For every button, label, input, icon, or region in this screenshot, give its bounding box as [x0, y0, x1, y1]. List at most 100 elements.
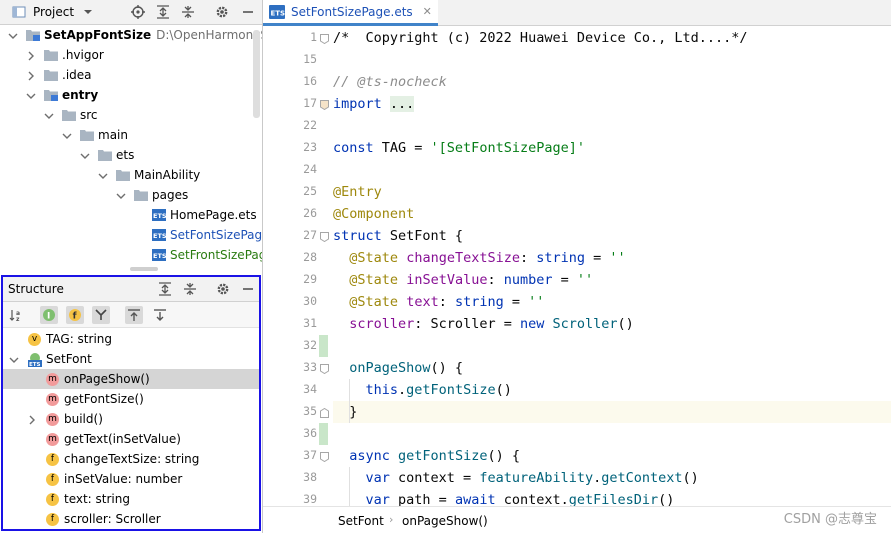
code-line[interactable]: @State changeTextSize: string = '' [333, 247, 891, 269]
breadcrumb-item-struct[interactable]: SetFont [338, 514, 384, 528]
change-marker[interactable] [319, 335, 328, 357]
code-line[interactable]: scroller: Scroller = new Scroller() [333, 313, 891, 335]
code-line[interactable] [333, 423, 891, 445]
locate-target-icon[interactable] [130, 4, 146, 20]
code-line[interactable] [333, 115, 891, 137]
chevron-right-icon[interactable] [27, 414, 37, 428]
collapse-all-icon[interactable] [182, 281, 198, 297]
change-marker[interactable] [319, 423, 328, 445]
code-token: @State [349, 294, 399, 310]
tab-setfontsizepage[interactable]: ETS SetFontSizePage.ets ✕ [263, 0, 438, 26]
code-line[interactable]: this.getFontSize() [333, 379, 891, 401]
code-token: . [398, 382, 407, 398]
code-line[interactable]: async getFontSize() { [333, 445, 891, 467]
chevron-down-icon[interactable] [116, 190, 126, 200]
line-number: 16 [303, 74, 317, 88]
code-token: TAG = [373, 140, 431, 156]
show-fields-icon[interactable]: f [66, 306, 84, 324]
code-line[interactable]: } [333, 401, 891, 423]
collapse-all-icon[interactable] [180, 4, 196, 20]
close-tab-icon[interactable]: ✕ [423, 5, 432, 18]
fold-marker-icon[interactable] [320, 33, 329, 45]
gear-icon[interactable] [215, 281, 231, 297]
tree-item[interactable]: MainAbility [0, 165, 262, 185]
tree-item[interactable]: ETS HomePage.ets [0, 205, 262, 225]
show-inherited-icon[interactable]: I [40, 306, 58, 324]
structure-item[interactable]: m getText(inSetValue) [3, 429, 259, 449]
structure-item[interactable]: v TAG: string [3, 329, 259, 349]
gear-icon[interactable] [214, 4, 230, 20]
fold-marker-icon[interactable] [320, 451, 329, 463]
expand-all-icon[interactable] [157, 281, 173, 297]
structure-item[interactable]: f inSetValue: number [3, 469, 259, 489]
code-token: () [682, 470, 699, 486]
structure-item[interactable]: f changeTextSize: string [3, 449, 259, 469]
tree-item[interactable]: ETS SetFrontSizePageI [0, 245, 262, 265]
code-line[interactable]: onPageShow() { [333, 357, 891, 379]
code-line[interactable]: @Component [333, 203, 891, 225]
minimize-icon[interactable] [240, 4, 256, 20]
code-area[interactable]: /* Copyright (c) 2022 Huawei Device Co.,… [333, 26, 891, 506]
autoscroll-to-source-icon[interactable] [125, 306, 143, 324]
line-number-gutter: 1 15 16 17 22 23 24 25 26 27 28 29 30 31 32 33 34 35 36 37 3… [263, 26, 319, 506]
code-line[interactable]: struct SetFont { [333, 225, 891, 247]
tree-item[interactable]: src [0, 105, 262, 125]
code-line[interactable]: @State text: string = '' [333, 291, 891, 313]
ets-file-icon: ETS [269, 4, 285, 19]
tree-item[interactable]: .hvigor [0, 45, 262, 65]
folder-icon [134, 189, 148, 201]
chevron-right-icon[interactable] [26, 50, 36, 61]
structure-item[interactable]: f scroller: Scroller [3, 509, 259, 529]
project-view-icon[interactable] [11, 4, 27, 20]
code-line[interactable]: import ... [333, 93, 891, 115]
fold-marker-icon[interactable] [320, 99, 329, 111]
code-line[interactable]: var context = featureAbility.getContext(… [333, 467, 891, 489]
chevron-down-icon[interactable] [26, 90, 36, 100]
code-line[interactable] [333, 49, 891, 71]
tree-item[interactable]: ets [0, 145, 262, 165]
show-lambdas-icon[interactable] [92, 306, 110, 324]
project-panel-title[interactable]: Project [33, 5, 74, 19]
structure-item[interactable]: f text: string [3, 489, 259, 509]
structure-item[interactable]: m getFontSize() [3, 389, 259, 409]
chevron-down-icon[interactable] [80, 4, 96, 20]
project-tree-vertical-scrollbar[interactable] [253, 30, 260, 118]
expand-all-icon[interactable] [155, 4, 171, 20]
chevron-right-icon[interactable] [26, 70, 36, 81]
sort-alphabetically-icon[interactable]: az [7, 306, 25, 324]
fold-marker-icon[interactable] [320, 231, 329, 243]
code-line[interactable]: // @ts-nocheck [333, 71, 891, 93]
chevron-down-icon[interactable] [98, 170, 108, 180]
chevron-down-icon[interactable] [80, 150, 90, 160]
chevron-down-icon[interactable] [8, 30, 18, 40]
structure-item[interactable]: m onPageShow() [3, 369, 259, 389]
code-line[interactable]: /* Copyright (c) 2022 Huawei Device Co.,… [333, 27, 891, 49]
tree-item[interactable]: .idea [0, 65, 262, 85]
tree-item[interactable]: main [0, 125, 262, 145]
code-line[interactable]: var path = await context.getFilesDir() [333, 489, 891, 506]
breadcrumb-item-method[interactable]: onPageShow() [402, 514, 488, 528]
fold-marker-icon[interactable] [320, 407, 329, 418]
tree-item[interactable]: entry [0, 85, 262, 105]
project-tree-horizontal-scrollbar[interactable] [130, 267, 158, 271]
code-line[interactable]: @Entry [333, 181, 891, 203]
structure-item[interactable]: m build() [3, 409, 259, 429]
chevron-down-icon[interactable] [62, 130, 72, 140]
fold-marker-icon[interactable] [320, 363, 329, 375]
project-tree: SetAppFontSizeD:\OpenHarmonySDK\c .hvigor… [0, 25, 262, 273]
code-line[interactable] [333, 159, 891, 181]
code-token: } [333, 404, 358, 420]
structure-panel-title: Structure [8, 282, 64, 296]
code-line[interactable] [333, 335, 891, 357]
autoscroll-from-source-icon[interactable] [151, 306, 169, 324]
tree-item[interactable]: SetAppFontSizeD:\OpenHarmonySDK\c [0, 25, 262, 45]
structure-item[interactable]: ETS SetFont [3, 349, 259, 369]
tree-item[interactable]: ETS SetFontSizePage.e [0, 225, 262, 245]
minimize-icon[interactable] [240, 281, 256, 297]
chevron-down-icon[interactable] [44, 110, 54, 120]
code-line[interactable]: @State inSetValue: number = '' [333, 269, 891, 291]
chevron-down-icon[interactable] [9, 354, 19, 368]
code-line[interactable]: const TAG = '[SetFontSizePage]' [333, 137, 891, 159]
tree-item[interactable]: pages [0, 185, 262, 205]
